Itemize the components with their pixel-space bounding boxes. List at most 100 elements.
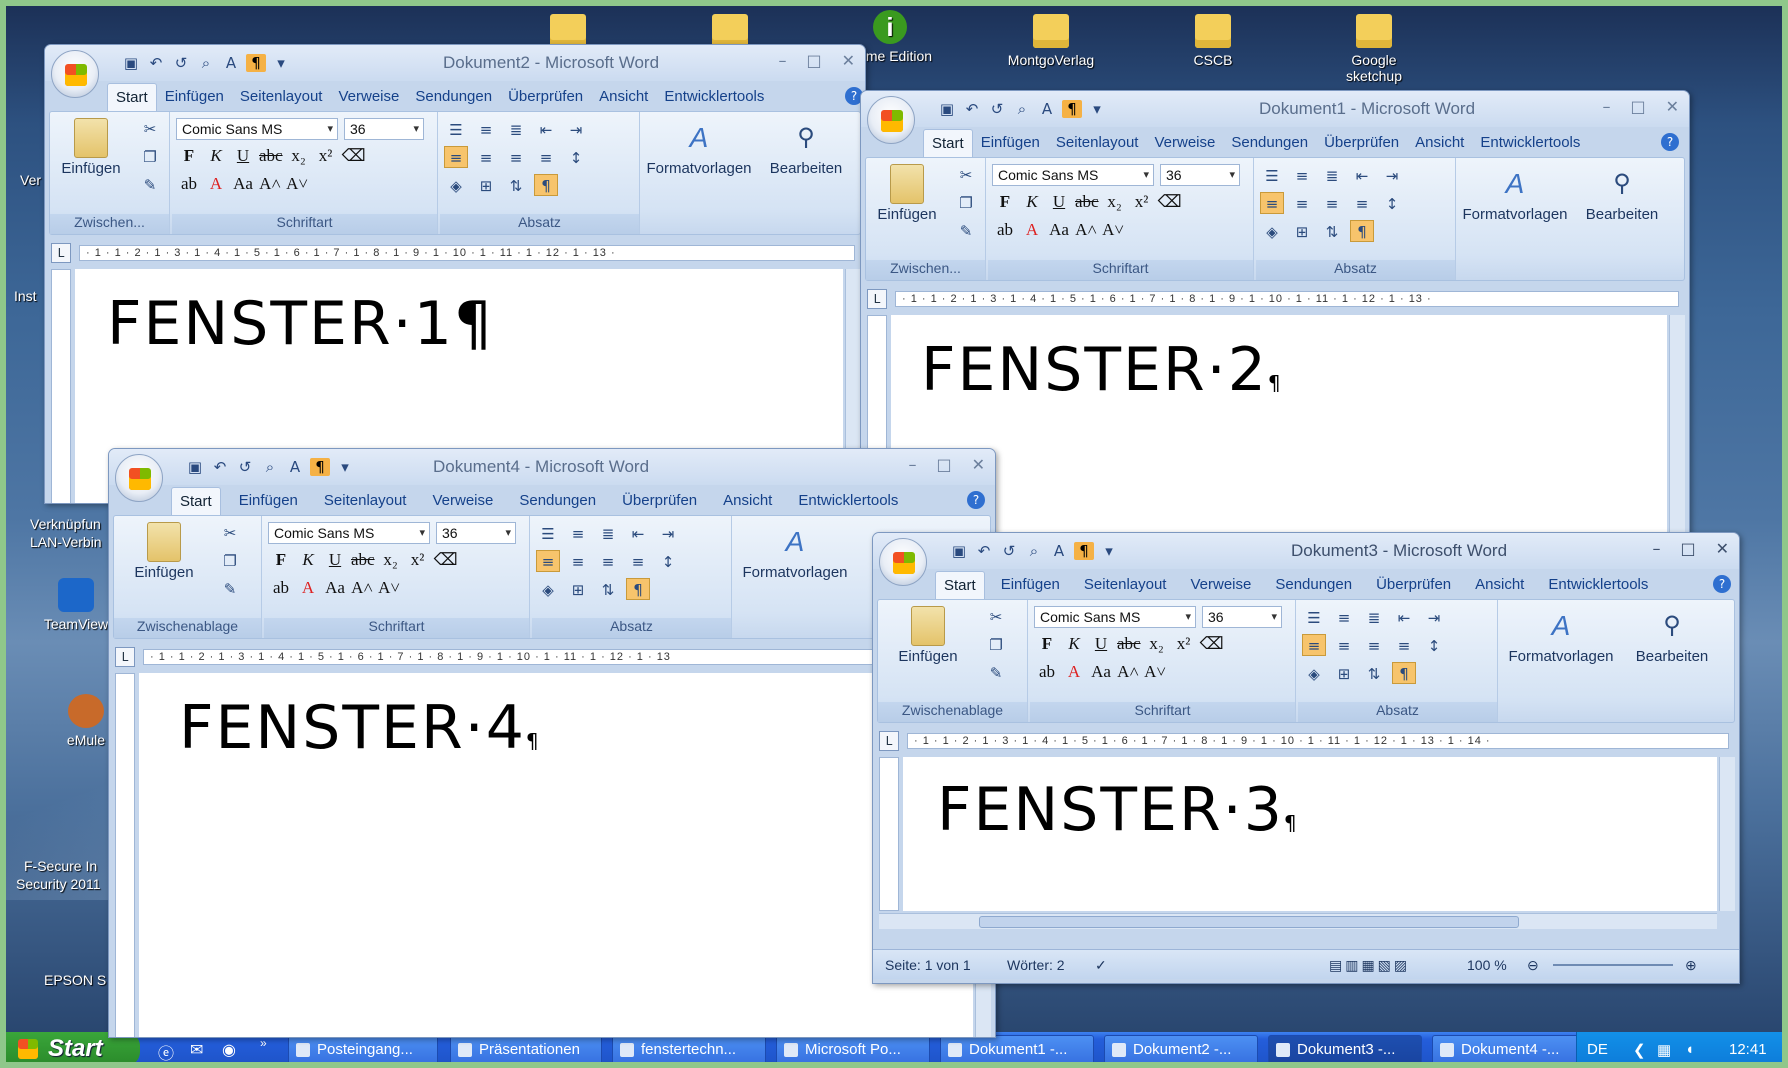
desktop-label-ver[interactable]: Ver bbox=[20, 172, 41, 188]
align-right-icon[interactable]: ≡ bbox=[1362, 634, 1386, 656]
numbering-icon[interactable]: ≡ bbox=[1290, 164, 1314, 186]
vertical-scrollbar[interactable] bbox=[1719, 757, 1735, 911]
bullets-icon[interactable]: ☰ bbox=[536, 522, 560, 544]
help-icon[interactable]: ? bbox=[967, 491, 985, 509]
grow-font-icon[interactable]: A˄ bbox=[259, 174, 281, 194]
cut-icon[interactable]: ✂ bbox=[956, 166, 976, 184]
customize-icon[interactable]: ▾ bbox=[1099, 542, 1119, 560]
pilcrow-icon[interactable]: ¶ bbox=[310, 458, 330, 476]
tab-einfuegen[interactable]: Einfügen bbox=[157, 83, 232, 111]
office-button[interactable] bbox=[879, 538, 927, 586]
font-name-combo[interactable]: Comic Sans MS bbox=[268, 522, 430, 544]
format-painter-icon[interactable]: ✎ bbox=[220, 580, 240, 598]
document-area[interactable]: FENSTER·3¶ bbox=[903, 757, 1717, 911]
maximize-icon[interactable]: □ bbox=[1680, 539, 1695, 558]
tab-seitenlayout[interactable]: Seitenlayout bbox=[1048, 129, 1147, 157]
shrink-font-icon[interactable]: A˅ bbox=[1144, 662, 1166, 682]
multilevel-icon[interactable]: ≣ bbox=[1362, 606, 1386, 628]
tab-sendungen[interactable]: Sendungen bbox=[407, 83, 500, 111]
outlook-icon[interactable]: ✉ bbox=[190, 1040, 203, 1060]
tab-start[interactable]: Start bbox=[171, 487, 221, 515]
copy-icon[interactable]: ❐ bbox=[220, 552, 240, 570]
pilcrow-icon[interactable]: ¶ bbox=[1062, 100, 1082, 118]
font-name-combo[interactable]: Comic Sans MS bbox=[176, 118, 338, 140]
desktop-label-epson[interactable]: EPSON S bbox=[44, 972, 106, 988]
align-left-icon[interactable]: ≡ bbox=[1302, 634, 1326, 656]
clear-format-icon[interactable]: ⌫ bbox=[434, 550, 458, 570]
multilevel-icon[interactable]: ≣ bbox=[504, 118, 528, 140]
taskbar-item-dokument3[interactable]: Dokument3 -... bbox=[1268, 1035, 1422, 1065]
editing-button[interactable]: ⚲ Bearbeiten bbox=[756, 118, 856, 177]
horizontal-ruler[interactable]: · 1 · 1 · 2 · 1 · 3 · 1 · 4 · 1 · 5 · 1 … bbox=[907, 733, 1729, 749]
format-painter-icon[interactable]: ✎ bbox=[956, 222, 976, 240]
subscript-button[interactable]: x₂ bbox=[1146, 634, 1168, 654]
desktop-label-inst[interactable]: Inst bbox=[14, 288, 37, 304]
shading-icon[interactable]: ◈ bbox=[1260, 220, 1284, 242]
tab-verweise[interactable]: Verweise bbox=[424, 487, 501, 515]
scroll-thumb[interactable] bbox=[979, 916, 1519, 928]
document-text[interactable]: FENSTER·3¶ bbox=[937, 775, 1299, 845]
office-button[interactable] bbox=[51, 50, 99, 98]
superscript-button[interactable]: x² bbox=[1173, 634, 1195, 654]
desktop-icon-google-sketchup[interactable]: Google sketchup bbox=[1326, 14, 1422, 84]
align-left-icon[interactable]: ≡ bbox=[536, 550, 560, 572]
indent-icon[interactable]: ⇥ bbox=[1422, 606, 1446, 628]
align-right-icon[interactable]: ≡ bbox=[596, 550, 620, 572]
highlight-icon[interactable]: ab bbox=[178, 174, 200, 194]
cut-icon[interactable]: ✂ bbox=[220, 524, 240, 542]
horizontal-ruler[interactable]: · 1 · 1 · 2 · 1 · 3 · 1 · 4 · 1 · 5 · 1 … bbox=[79, 245, 855, 261]
spelling-icon[interactable]: A bbox=[1049, 542, 1069, 560]
taskbar-item-fenstertechn[interactable]: fenstertechn... bbox=[612, 1035, 766, 1065]
format-painter-icon[interactable]: ✎ bbox=[140, 176, 160, 194]
network-icon[interactable]: ▦ bbox=[1657, 1041, 1671, 1059]
copy-icon[interactable]: ❐ bbox=[140, 148, 160, 166]
clear-format-icon[interactable]: ⌫ bbox=[1200, 634, 1224, 654]
copy-icon[interactable]: ❐ bbox=[956, 194, 976, 212]
document-text[interactable]: FENSTER·2¶ bbox=[921, 335, 1283, 405]
borders-icon[interactable]: ⊞ bbox=[1290, 220, 1314, 242]
tab-sendungen[interactable]: Sendungen bbox=[1267, 571, 1360, 599]
font-size-combo[interactable]: 36 bbox=[1160, 164, 1240, 186]
preview-icon[interactable]: ⌕ bbox=[260, 458, 280, 476]
customize-icon[interactable]: ▾ bbox=[1087, 100, 1107, 118]
italic-button[interactable]: K bbox=[1063, 634, 1085, 654]
align-left-icon[interactable]: ≡ bbox=[444, 146, 468, 168]
align-right-icon[interactable]: ≡ bbox=[504, 146, 528, 168]
document-text[interactable]: FENSTER·1¶ bbox=[107, 289, 494, 359]
taskbar-item-dokument1[interactable]: Dokument1 -... bbox=[940, 1035, 1094, 1065]
minimize-icon[interactable]: – bbox=[778, 51, 786, 70]
zoom-slider[interactable] bbox=[1553, 964, 1673, 966]
subscript-button[interactable]: x₂ bbox=[1104, 192, 1126, 212]
copy-icon[interactable]: ❐ bbox=[986, 636, 1006, 654]
align-center-icon[interactable]: ≡ bbox=[1332, 634, 1356, 656]
format-painter-icon[interactable]: ✎ bbox=[986, 664, 1006, 682]
tab-verweise[interactable]: Verweise bbox=[1182, 571, 1259, 599]
show-marks-icon[interactable]: ¶ bbox=[534, 174, 558, 196]
grow-font-icon[interactable]: A˄ bbox=[1117, 662, 1139, 682]
tab-seitenlayout[interactable]: Seitenlayout bbox=[1076, 571, 1175, 599]
outdent-icon[interactable]: ⇤ bbox=[626, 522, 650, 544]
show-marks-icon[interactable]: ¶ bbox=[626, 578, 650, 600]
close-icon[interactable]: ✕ bbox=[972, 455, 985, 474]
font-color-icon[interactable]: A bbox=[205, 174, 227, 194]
line-spacing-icon[interactable]: ↕ bbox=[564, 146, 588, 168]
close-icon[interactable]: ✕ bbox=[842, 51, 855, 70]
editing-button[interactable]: ⚲ Bearbeiten bbox=[1572, 164, 1672, 223]
tab-entwicklertools[interactable]: Entwicklertools bbox=[1472, 129, 1588, 157]
borders-icon[interactable]: ⊞ bbox=[566, 578, 590, 600]
tab-entwicklertools[interactable]: Entwicklertools bbox=[790, 487, 906, 515]
styles-button[interactable]: A Formatvorlagen bbox=[1462, 164, 1568, 223]
minimize-icon[interactable]: – bbox=[1652, 539, 1660, 558]
tab-einfuegen[interactable]: Einfügen bbox=[231, 487, 306, 515]
font-size-combo[interactable]: 36 bbox=[344, 118, 424, 140]
tab-ueberpruefen[interactable]: Überprüfen bbox=[1368, 571, 1459, 599]
office-button[interactable] bbox=[115, 454, 163, 502]
bullets-icon[interactable]: ☰ bbox=[444, 118, 468, 140]
taskbar-item-dokument2[interactable]: Dokument2 -... bbox=[1104, 1035, 1258, 1065]
underline-button[interactable]: U bbox=[232, 146, 254, 166]
outdent-icon[interactable]: ⇤ bbox=[1392, 606, 1416, 628]
document-area[interactable]: FENSTER·2¶ bbox=[891, 315, 1667, 539]
tab-sendungen[interactable]: Sendungen bbox=[511, 487, 604, 515]
align-center-icon[interactable]: ≡ bbox=[566, 550, 590, 572]
paste-button[interactable]: Einfügen bbox=[888, 606, 968, 665]
